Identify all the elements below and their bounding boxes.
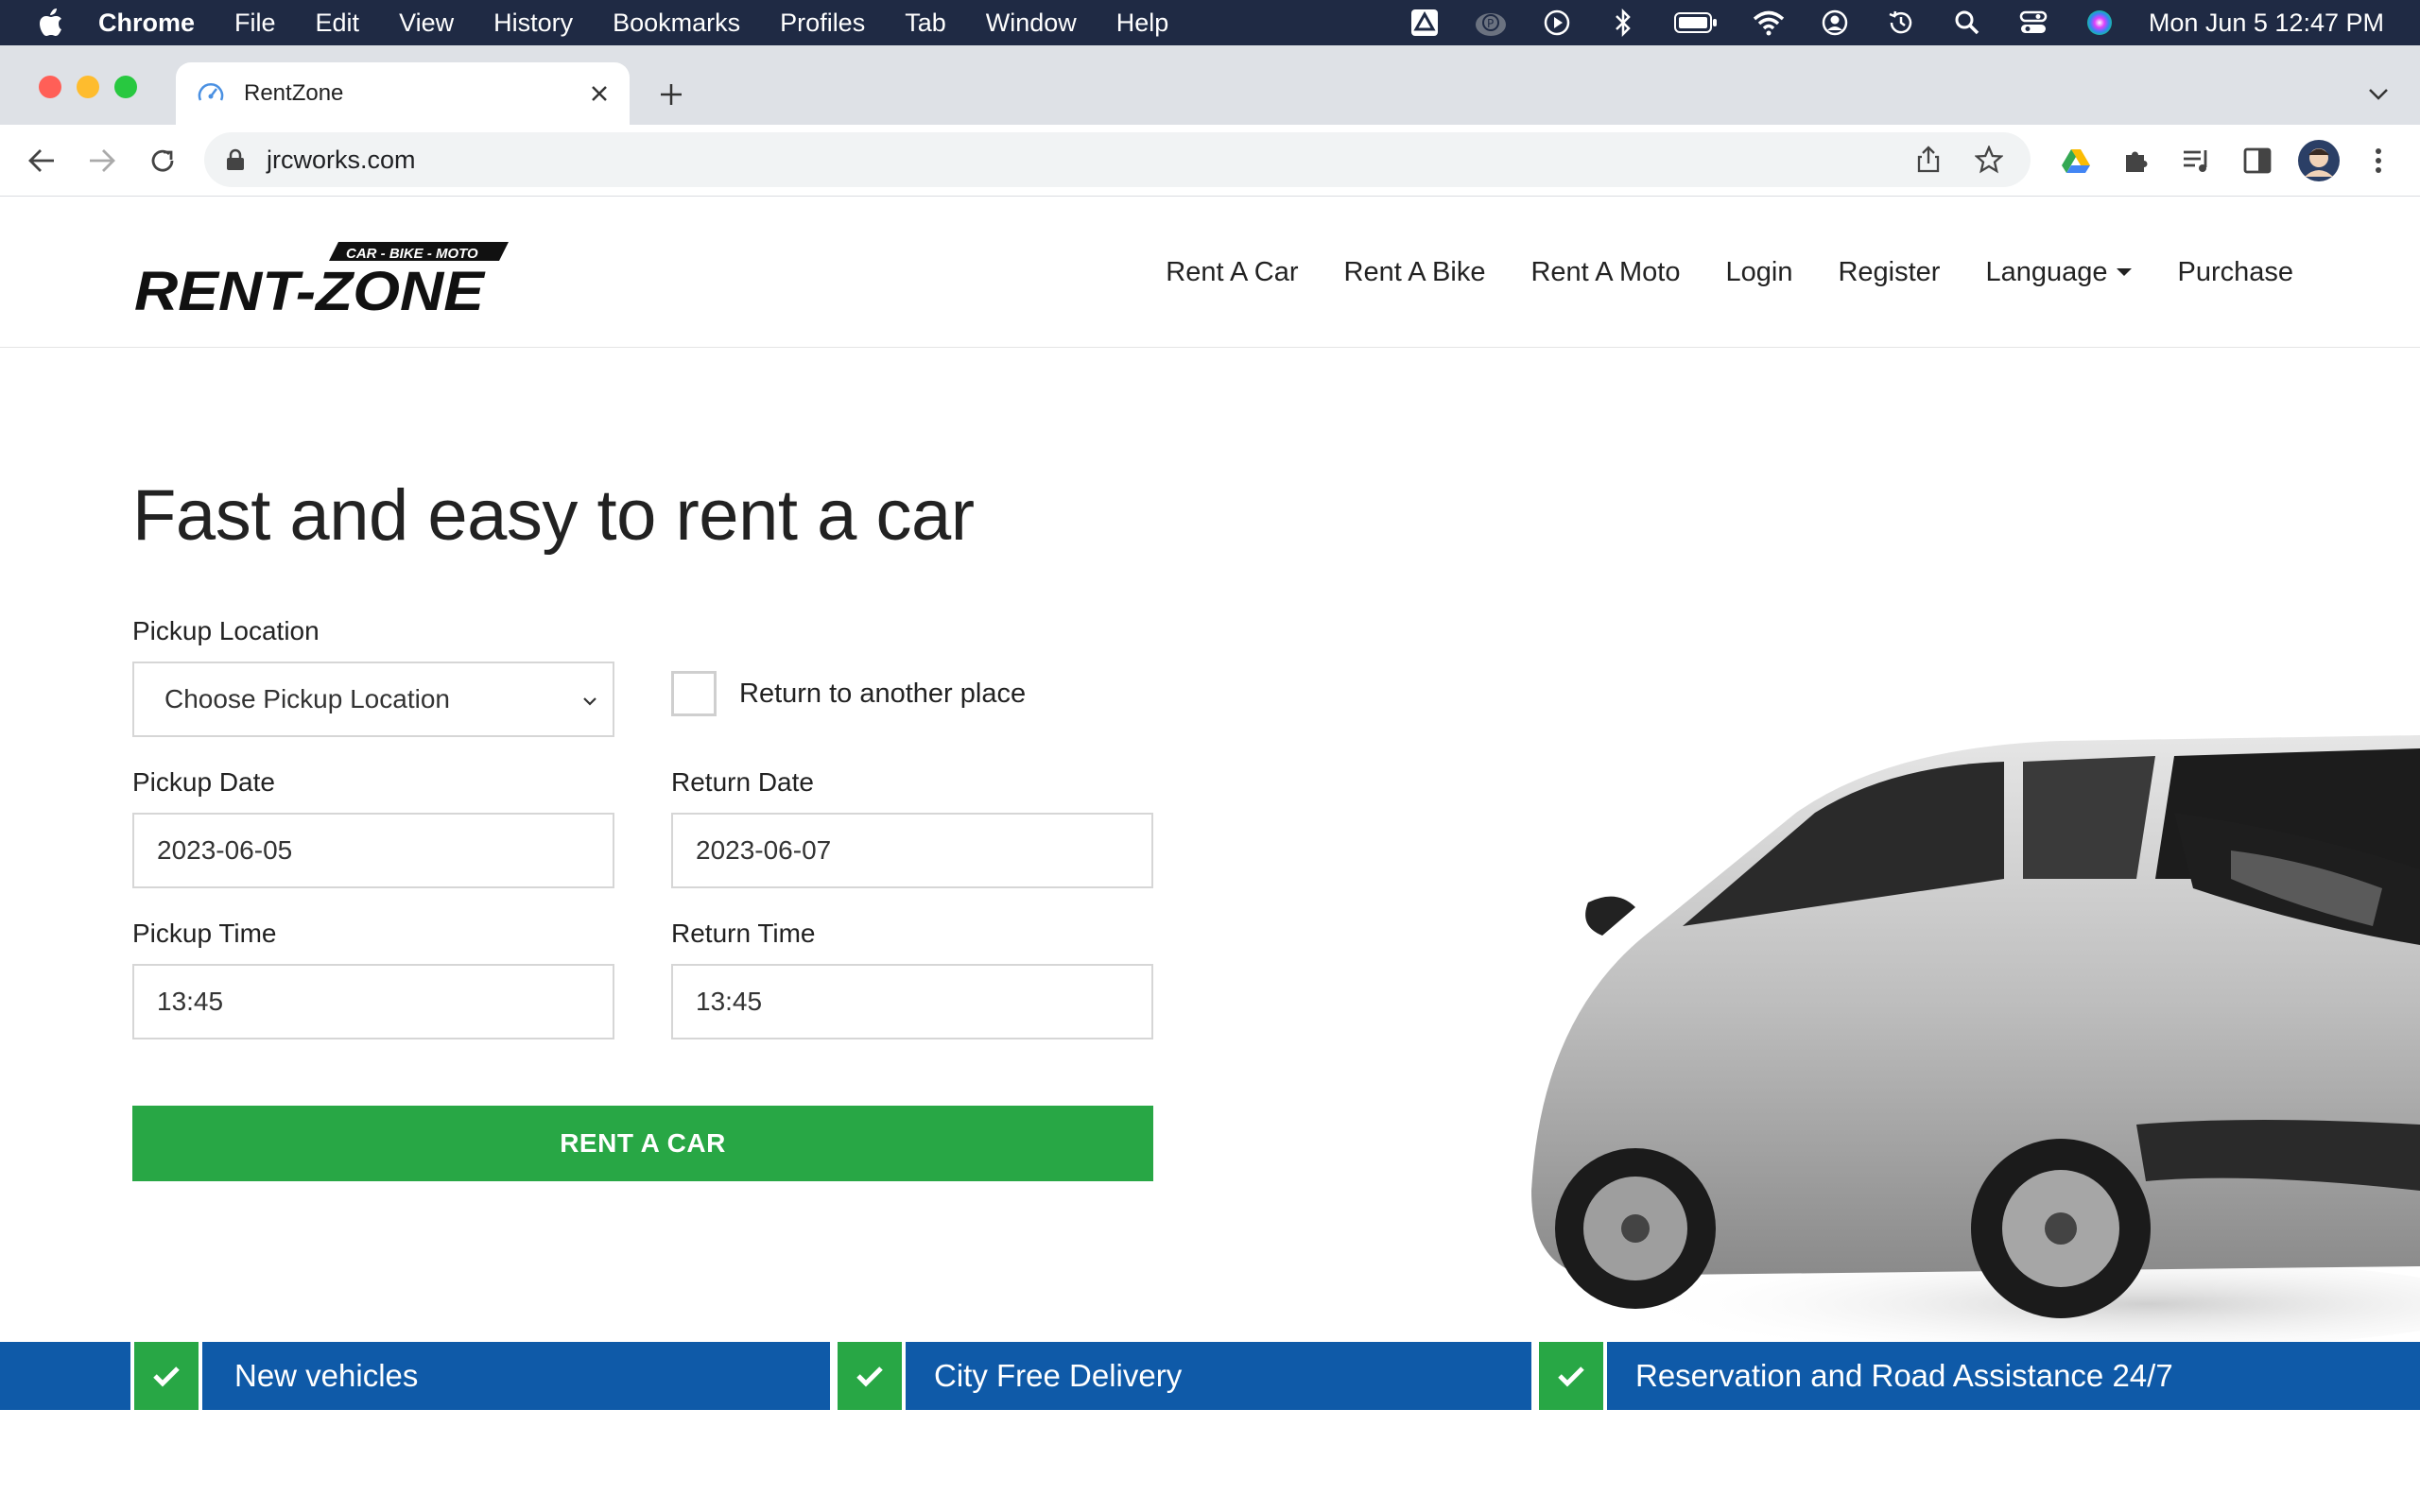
new-tab-plus-icon[interactable] [652,76,690,113]
rent-a-car-button[interactable]: RENT A CAR [132,1106,1153,1181]
feature-road-assistance: Reservation and Road Assistance 24/7 [1635,1358,2173,1393]
time-machine-icon[interactable] [1884,6,1918,40]
nav-language-label: Language [1985,256,2108,287]
window-zoom-button[interactable] [114,76,137,98]
caret-down-icon [2117,268,2133,276]
nav-login[interactable]: Login [1725,257,1792,288]
pickup-date-input[interactable]: 2023-06-05 [132,813,614,888]
site-header: CAR - BIKE - MOTO RENT-ZONE Rent A Car R… [0,197,2420,348]
window-close-button[interactable] [39,76,61,98]
speedometer-favicon-icon [197,79,225,108]
pickup-time-input[interactable]: 13:45 [132,964,614,1040]
spotlight-search-icon[interactable] [1950,6,1984,40]
macos-menu-bar: Chrome File Edit View History Bookmarks … [0,0,2420,45]
hero-title: Fast and easy to rent a car [132,475,975,556]
feature-check-icon [834,1342,906,1410]
pickup-time-value: 13:45 [157,987,224,1016]
forward-arrow-icon[interactable] [83,142,121,180]
features-bar: New vehicles City Free Delivery Reservat… [0,1342,2420,1410]
reload-icon[interactable] [144,142,182,180]
return-time-input[interactable]: 13:45 [671,964,1153,1040]
lock-icon[interactable] [225,148,248,171]
silver-car-image [1399,699,2420,1351]
address-bar[interactable]: jrcworks.com [204,132,2031,187]
return-another-place-label[interactable]: Return to another place [739,679,1026,710]
menu-window[interactable]: Window [986,9,1077,38]
google-drive-status-icon[interactable] [1408,6,1442,40]
extensions-puzzle-icon[interactable] [2118,142,2155,180]
apple-icon[interactable] [36,8,66,38]
tab-close-icon[interactable] [582,77,616,111]
return-time-value: 13:45 [696,987,763,1016]
nav-rent-a-bike[interactable]: Rent A Bike [1344,257,1486,288]
wifi-icon[interactable] [1752,6,1786,40]
return-another-place-option[interactable]: Return to another place [671,671,1026,716]
bookmark-star-icon[interactable] [1970,141,2008,179]
pickup-location-select[interactable]: Choose Pickup Location [132,662,614,737]
menu-tab[interactable]: Tab [905,9,946,38]
pickup-date-value: 2023-06-05 [157,835,293,865]
parking-app-icon[interactable]: P [1474,6,1508,40]
return-date-value: 2023-06-07 [696,835,832,865]
feature-city-free-delivery: City Free Delivery [934,1358,1183,1393]
reading-list-icon[interactable] [2178,142,2216,180]
tab-title: RentZone [244,80,344,106]
menu-help[interactable]: Help [1116,9,1169,38]
menu-bookmarks[interactable]: Bookmarks [613,9,740,38]
nav-language-dropdown[interactable]: Language [1985,256,2133,288]
side-panel-icon[interactable] [2238,142,2276,180]
back-arrow-icon[interactable] [23,142,60,180]
main-navigation: Rent A Car Rent A Bike Rent A Moto Login… [1120,197,2293,348]
pickup-location-label: Pickup Location [132,616,320,645]
battery-icon[interactable] [1672,6,1720,40]
browser-toolbar: jrcworks.com [0,125,2420,197]
return-date-input[interactable]: 2023-06-07 [671,813,1153,888]
google-drive-extension-icon[interactable] [2057,142,2095,180]
nav-rent-a-moto[interactable]: Rent A Moto [1530,257,1680,288]
browser-tab-rentzone[interactable]: RentZone [176,62,630,125]
pickup-date-label: Pickup Date [132,767,275,797]
return-date-label: Return Date [671,767,814,797]
profile-avatar[interactable] [2297,139,2341,182]
menu-bar-clock[interactable]: Mon Jun 5 12:47 PM [2149,9,2384,38]
feature-check-icon [1535,1342,1607,1410]
chrome-menu-kebab-icon[interactable] [2360,142,2397,180]
nav-rent-a-car[interactable]: Rent A Car [1166,257,1298,288]
menu-bar-status-area: P Mon Jun 5 12:47 PM [1408,0,2420,45]
url-text[interactable]: jrcworks.com [267,146,1910,175]
nav-purchase[interactable]: Purchase [2177,257,2293,288]
chevron-down-icon [577,688,603,714]
siri-icon[interactable] [2083,6,2117,40]
feature-check-icon [130,1342,202,1410]
nav-register[interactable]: Register [1838,257,1940,288]
return-time-label: Return Time [671,919,816,948]
feature-new-vehicles: New vehicles [234,1358,419,1393]
menu-app-chrome[interactable]: Chrome [98,9,195,38]
menu-profiles[interactable]: Profiles [780,9,865,38]
rent-zone-logo[interactable]: CAR - BIKE - MOTO RENT-ZONE [132,234,510,322]
menu-history[interactable]: History [493,9,573,38]
menu-edit[interactable]: Edit [316,9,360,38]
return-another-place-checkbox[interactable] [671,671,717,716]
share-icon[interactable] [1910,141,1947,179]
bluetooth-icon[interactable] [1606,6,1640,40]
svg-text:P: P [1487,17,1494,30]
user-account-icon[interactable] [1818,6,1852,40]
control-center-icon[interactable] [2016,6,2050,40]
pickup-location-selected-value: Choose Pickup Location [164,684,450,713]
menu-view[interactable]: View [399,9,454,38]
pickup-time-label: Pickup Time [132,919,277,948]
menu-file[interactable]: File [234,9,276,38]
window-minimize-button[interactable] [77,76,99,98]
logo-wordmark: RENT-ZONE [134,261,487,319]
tab-search-chevron-down-icon[interactable] [2361,77,2395,112]
play-circle-icon[interactable] [1540,6,1574,40]
logo-tagline: CAR - BIKE - MOTO [346,246,478,262]
